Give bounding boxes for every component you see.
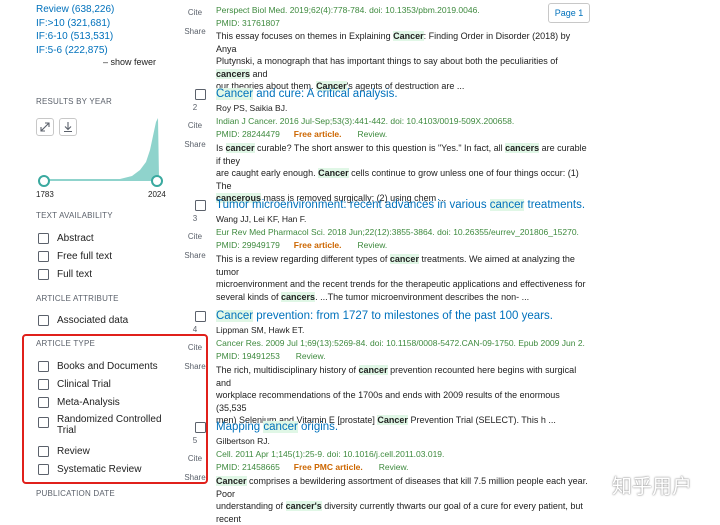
year-range-end-handle[interactable] <box>151 175 163 187</box>
share-button[interactable]: Share <box>184 362 206 371</box>
checkbox[interactable] <box>38 268 49 280</box>
result-snippet: Cancer comprises a bewildering assortmen… <box>216 476 588 524</box>
checkbox[interactable] <box>38 360 49 372</box>
result-snippet: This essay focuses on themes in Explaini… <box>216 31 571 91</box>
top-filter-links: Review (638,226) IF:>10 (321,681) IF:6-1… <box>36 3 114 57</box>
show-fewer-button[interactable]: – show fewer <box>103 57 156 67</box>
result-meta: PMID: 21458665 Free PMC article. Review. <box>216 462 409 472</box>
result-title[interactable]: Cancer and cure: A critical analysis. <box>216 88 398 100</box>
checkbox[interactable] <box>38 250 49 262</box>
result-journal: Cancer Res. 2009 Jul 1;69(13):5269-84. d… <box>216 338 585 348</box>
filter-randomized-controlled-trial[interactable]: Randomized Controlled Trial <box>38 414 162 438</box>
filter-free-full-text[interactable]: Free full text <box>38 248 112 264</box>
article-type-heading: ARTICLE TYPE <box>36 339 96 348</box>
checkbox[interactable] <box>38 463 49 475</box>
result-journal: Indian J Cancer. 2016 Jul-Sep;53(3):441-… <box>216 116 515 126</box>
page-indicator-button[interactable]: Page 1 <box>548 3 590 23</box>
result-title[interactable]: Mapping cancer origins. <box>216 421 338 433</box>
checkbox[interactable] <box>38 445 49 457</box>
cite-button[interactable]: Cite <box>184 8 206 17</box>
result-number: 5 <box>192 436 198 445</box>
result-journal: Perspect Biol Med. 2019;62(4):778-784. d… <box>216 5 480 15</box>
result-authors: Wang JJ, Lei KF, Han F. <box>216 214 307 224</box>
result-pmid: PMID: 31761807 <box>216 18 280 28</box>
result-snippet: This is a review regarding different typ… <box>216 254 586 302</box>
result-select-checkbox[interactable] <box>195 311 206 322</box>
free-article-badge: Free article. <box>293 129 342 139</box>
free-article-badge: Free article. <box>293 240 342 250</box>
results-by-year-heading: RESULTS BY YEAR <box>36 97 112 106</box>
cite-button[interactable]: Cite <box>184 343 206 352</box>
share-button[interactable]: Share <box>184 27 206 36</box>
result-title[interactable]: Tumor microenvironment: recent advances … <box>216 199 585 211</box>
result-select-checkbox[interactable] <box>195 200 206 211</box>
cite-button[interactable]: Cite <box>184 454 206 463</box>
filter-link-review[interactable]: Review (638,226) <box>36 3 114 17</box>
result-journal: Eur Rev Med Pharmacol Sci. 2018 Jun;22(1… <box>216 227 579 237</box>
result-authors: Roy PS, Saikia BJ. <box>216 103 288 113</box>
filter-link-if-6-10[interactable]: IF:6-10 (513,531) <box>36 30 114 44</box>
cite-button[interactable]: Cite <box>184 232 206 241</box>
minus-icon: – <box>103 57 109 67</box>
share-button[interactable]: Share <box>184 473 206 482</box>
filter-clinical-trial[interactable]: Clinical Trial <box>38 376 111 392</box>
filter-associated-data[interactable]: Associated data <box>38 312 128 328</box>
watermark: 知乎用户 <box>612 474 692 498</box>
checkbox[interactable] <box>38 396 49 408</box>
result-snippet: The rich, multidisciplinary history of c… <box>216 365 577 425</box>
filter-systematic-review[interactable]: Systematic Review <box>38 461 141 477</box>
article-attribute-heading: ARTICLE ATTRIBUTE <box>36 294 119 303</box>
checkbox[interactable] <box>38 378 49 390</box>
share-button[interactable]: Share <box>184 140 206 149</box>
text-availability-heading: TEXT AVAILABILITY <box>36 211 113 220</box>
result-meta: PMID: 28244479 Free article. Review. <box>216 129 388 139</box>
result-select-checkbox[interactable] <box>195 422 206 433</box>
filter-meta-analysis[interactable]: Meta-Analysis <box>38 394 120 410</box>
result-number: 2 <box>192 103 198 112</box>
year-end-label: 2024 <box>148 190 166 199</box>
result-number: 3 <box>192 214 198 223</box>
result-meta: PMID: 29949179 Free article. Review. <box>216 240 388 250</box>
filter-abstract[interactable]: Abstract <box>38 230 94 246</box>
result-snippet: Is cancer curable? The short answer to t… <box>216 143 587 203</box>
result-authors: Gilbertson RJ. <box>216 436 270 446</box>
cite-button[interactable]: Cite <box>184 121 206 130</box>
result-number: 4 <box>192 325 198 334</box>
filter-full-text[interactable]: Full text <box>38 266 92 282</box>
free-pmc-article-badge: Free PMC article. <box>293 462 363 472</box>
checkbox[interactable] <box>38 232 49 244</box>
share-button[interactable]: Share <box>184 251 206 260</box>
filter-books-and-documents[interactable]: Books and Documents <box>38 358 158 374</box>
checkbox[interactable] <box>38 314 49 326</box>
filter-link-if-gt10[interactable]: IF:>10 (321,681) <box>36 17 114 31</box>
filter-link-if-5-6[interactable]: IF:5-6 (222,875) <box>36 44 114 58</box>
result-authors: Lippman SM, Hawk ET. <box>216 325 305 335</box>
year-start-label: 1783 <box>36 190 54 199</box>
publication-date-heading: PUBLICATION DATE <box>36 489 115 498</box>
filter-review[interactable]: Review <box>38 443 90 459</box>
result-journal: Cell. 2011 Apr 1;145(1):25-9. doi: 10.10… <box>216 449 445 459</box>
year-histogram <box>40 118 160 181</box>
result-select-checkbox[interactable] <box>195 89 206 100</box>
year-range-start-handle[interactable] <box>38 175 50 187</box>
checkbox[interactable] <box>38 417 49 428</box>
result-title[interactable]: Cancer prevention: from 1727 to mileston… <box>216 310 553 322</box>
result-meta: PMID: 19491253 Review. <box>216 351 326 361</box>
